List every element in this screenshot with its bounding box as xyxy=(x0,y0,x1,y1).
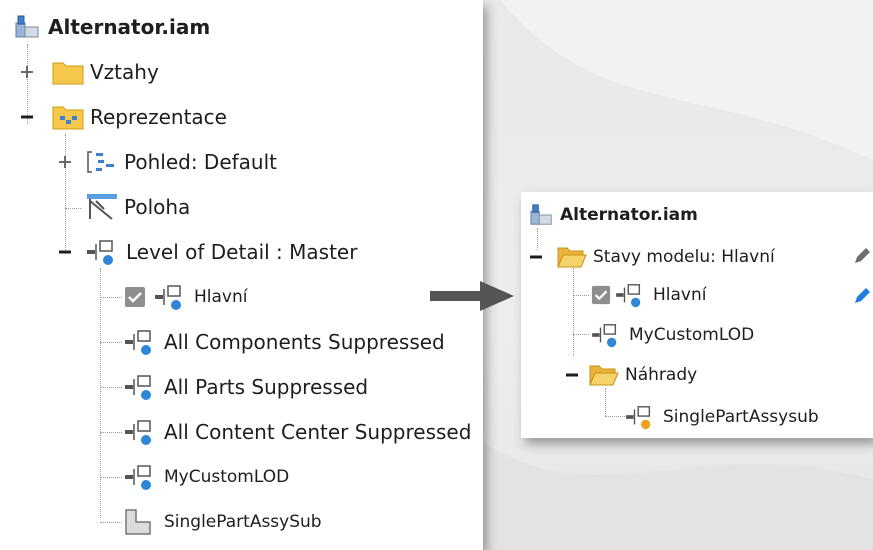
tree-item-label: Reprezentace xyxy=(90,105,227,129)
tree-item-label: Hlavní xyxy=(653,285,707,305)
tree-item-mycustomlod[interactable]: MyCustomLOD xyxy=(124,462,289,492)
plus-icon xyxy=(21,66,33,78)
conversion-arrow-icon xyxy=(430,281,514,311)
checkbox-checked-icon[interactable] xyxy=(591,285,611,305)
substitute-icon xyxy=(626,406,651,430)
lod-icon xyxy=(87,240,113,265)
tree-item-hlavni-state[interactable]: Hlavní xyxy=(591,280,706,310)
model-state-icon xyxy=(616,284,641,308)
tree-item-vztahy[interactable]: Vztahy xyxy=(52,57,159,87)
tree-item-level-of-detail[interactable]: Level of Detail : Master xyxy=(86,237,357,267)
tree-item-singlepartassysub[interactable]: SinglePartAssySub xyxy=(124,507,322,537)
pencil-icon[interactable] xyxy=(852,246,872,266)
assembly-icon xyxy=(530,204,552,225)
plus-icon xyxy=(59,156,71,168)
tree-item-pohled[interactable]: Pohled: Default xyxy=(86,147,277,177)
minus-icon xyxy=(566,373,578,377)
tree-item-all-components-suppressed[interactable]: All Components Suppressed xyxy=(124,327,445,357)
tree-item-singlepartassysub-substitute[interactable]: SinglePartAssysub xyxy=(625,402,819,432)
tree-item-label: All Components Suppressed xyxy=(164,330,445,354)
collapse-stavy-toggle[interactable] xyxy=(527,248,545,266)
tree-item-nahrady[interactable]: Náhrady xyxy=(589,360,697,390)
tree-item-label: Náhrady xyxy=(625,365,698,385)
open-folder-icon xyxy=(557,247,587,268)
right-browser-panel: Alternator.iam Stavy modelu: Hlavní Hlav… xyxy=(521,192,873,438)
left-root-node[interactable]: Alternator.iam xyxy=(14,12,210,42)
right-root-label: Alternator.iam xyxy=(560,205,698,225)
minus-icon xyxy=(59,250,71,254)
representations-folder-icon xyxy=(52,106,84,130)
minus-icon xyxy=(530,255,542,259)
tree-item-label: Pohled: Default xyxy=(124,150,277,174)
checkbox-checked-icon[interactable] xyxy=(124,286,146,308)
active-pencil-icon[interactable] xyxy=(852,286,872,306)
tree-item-label: All Content Center Suppressed xyxy=(164,420,472,444)
tree-item-label: Level of Detail : Master xyxy=(126,240,358,264)
folder-icon xyxy=(52,62,84,85)
substitute-part-icon xyxy=(125,509,151,535)
tree-item-label: SinglePartAssySub xyxy=(164,512,322,532)
open-folder-icon xyxy=(589,365,619,386)
lod-icon xyxy=(125,375,151,400)
view-representation-icon xyxy=(87,151,114,173)
left-root-label: Alternator.iam xyxy=(48,15,211,39)
collapse-nahrady-toggle[interactable] xyxy=(563,366,581,384)
lod-icon xyxy=(125,420,151,445)
tree-item-label: Hlavní xyxy=(194,287,248,307)
tree-item-label: Vztahy xyxy=(90,60,159,84)
tree-item-label: All Parts Suppressed xyxy=(164,375,369,399)
lod-icon xyxy=(125,330,151,355)
left-browser-panel: Alternator.iam Vztahy Reprezentace Pohle… xyxy=(0,0,483,550)
model-state-icon xyxy=(592,324,617,348)
lod-icon xyxy=(155,285,181,310)
assembly-icon xyxy=(15,15,39,38)
collapse-reprezentace-toggle[interactable] xyxy=(17,107,37,127)
right-root-node[interactable]: Alternator.iam xyxy=(529,200,698,230)
tree-item-label: SinglePartAssysub xyxy=(663,407,819,427)
tree-item-reprezentace[interactable]: Reprezentace xyxy=(52,102,227,132)
collapse-lod-toggle[interactable] xyxy=(55,242,75,262)
positional-representation-icon xyxy=(87,194,117,220)
expand-pohled-toggle[interactable] xyxy=(55,152,75,172)
lod-icon xyxy=(125,465,151,490)
tree-item-all-content-center-suppressed[interactable]: All Content Center Suppressed xyxy=(124,417,471,447)
tree-item-poloha[interactable]: Poloha xyxy=(86,192,190,222)
expand-vztahy-toggle[interactable] xyxy=(17,62,37,82)
minus-icon xyxy=(21,115,33,119)
tree-item-all-parts-suppressed[interactable]: All Parts Suppressed xyxy=(124,372,368,402)
tree-item-stavy-modelu[interactable]: Stavy modelu: Hlavní xyxy=(557,242,775,272)
tree-item-hlavni[interactable]: Hlavní xyxy=(124,282,247,312)
tree-item-label: Poloha xyxy=(124,195,191,219)
tree-item-label: Stavy modelu: Hlavní xyxy=(593,247,775,267)
tree-item-label: MyCustomLOD xyxy=(629,325,755,345)
tree-item-label: MyCustomLOD xyxy=(164,467,290,487)
tree-item-mycustomlod-state[interactable]: MyCustomLOD xyxy=(591,320,754,350)
